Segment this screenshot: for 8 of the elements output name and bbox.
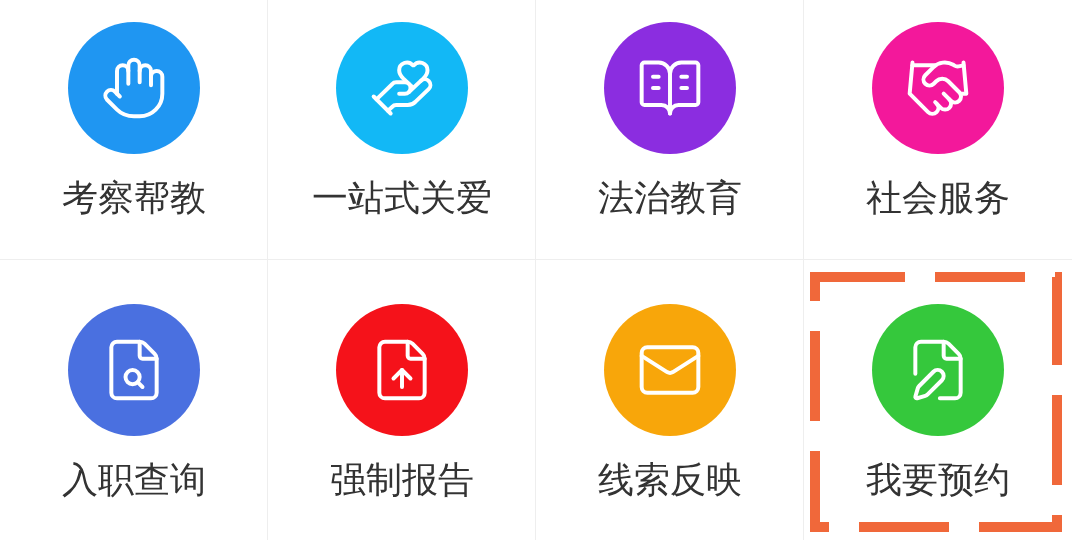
- menu-label[interactable]: 我要预约: [866, 458, 1010, 502]
- menu-label[interactable]: 一站式关爱: [311, 176, 492, 220]
- menu-label[interactable]: 线索反映: [597, 458, 742, 502]
- menu-label[interactable]: 入职查询: [61, 458, 206, 502]
- menu-label[interactable]: 考察帮教: [61, 176, 206, 220]
- menu-label[interactable]: 法治教育: [597, 176, 742, 220]
- menu-label[interactable]: 强制报告: [329, 458, 474, 502]
- menu-label[interactable]: 社会服务: [866, 176, 1010, 220]
